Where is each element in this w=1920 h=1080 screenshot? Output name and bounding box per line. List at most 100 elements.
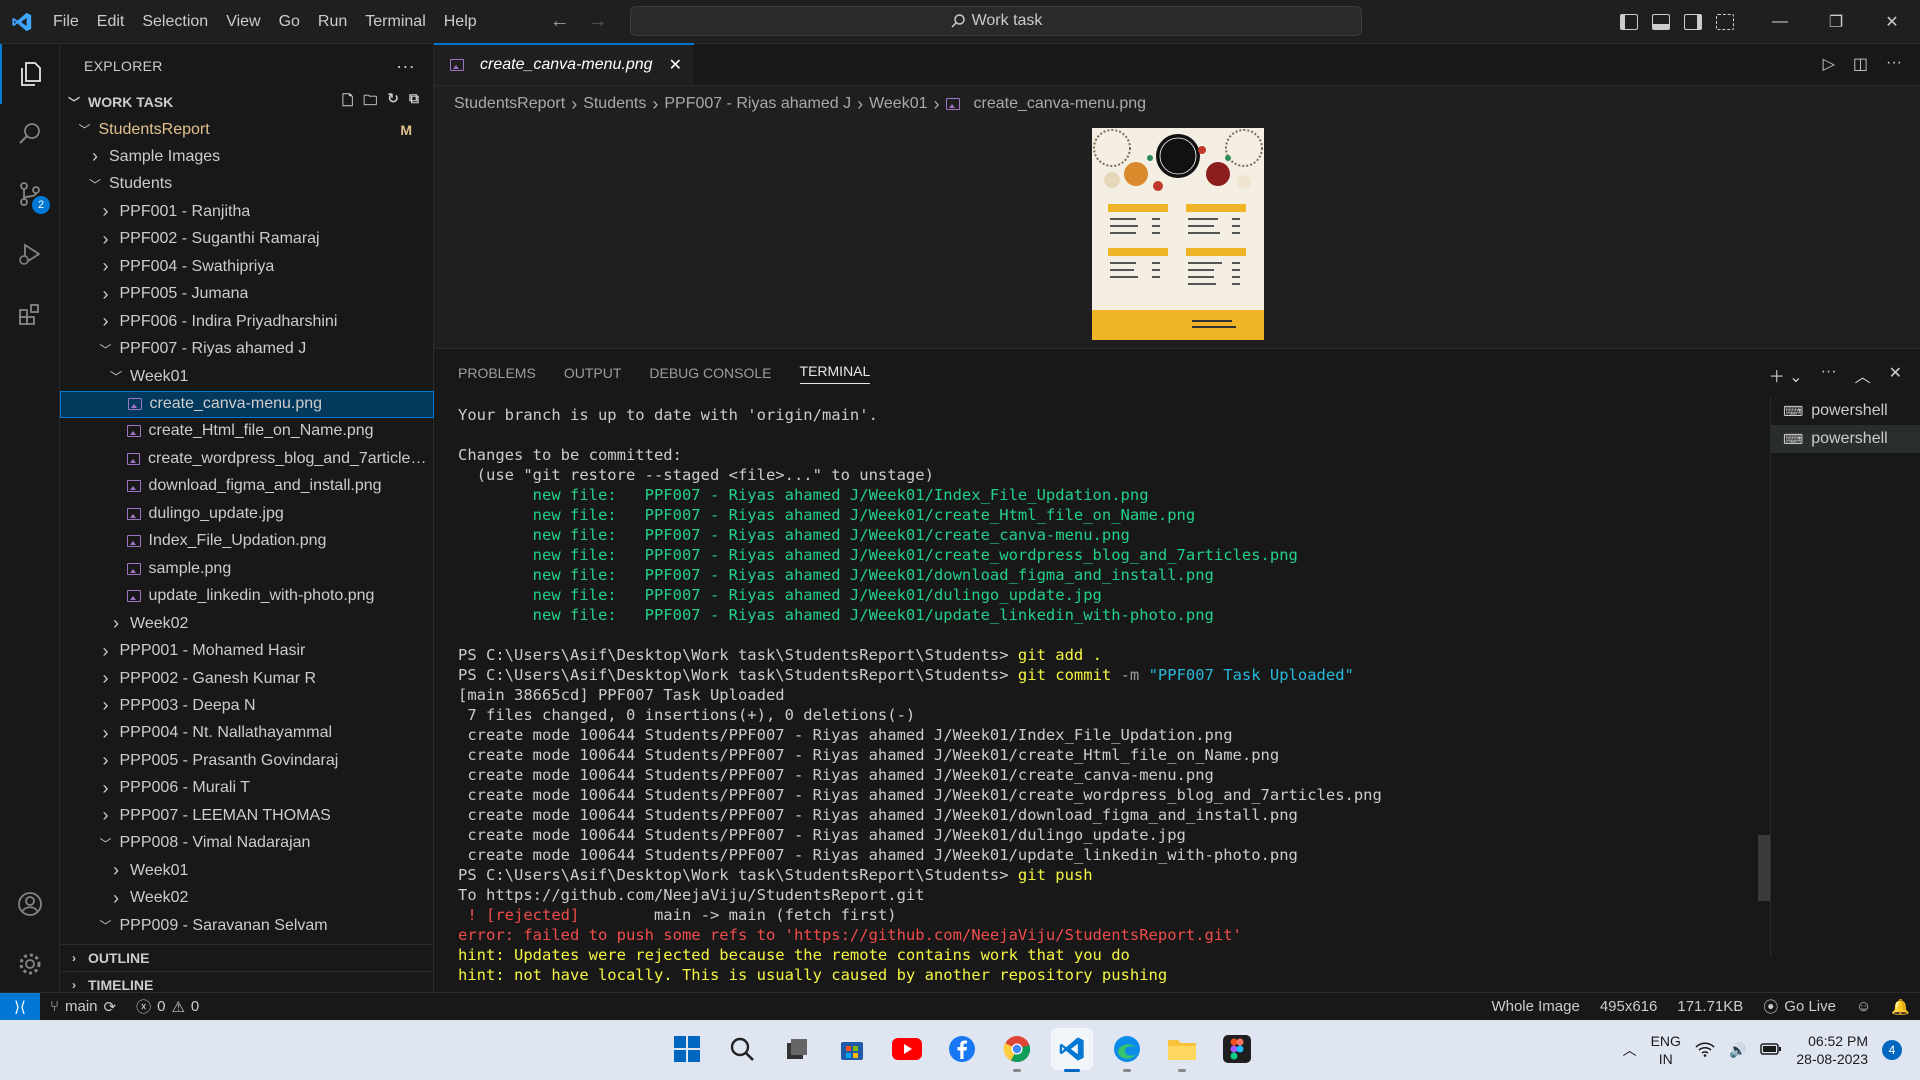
close-window-button[interactable]: ✕: [1864, 0, 1920, 44]
restore-button[interactable]: ❐: [1808, 0, 1864, 44]
minimize-button[interactable]: —: [1752, 0, 1808, 44]
problems-status[interactable]: ⓧ 0 ⚠ 0: [126, 996, 209, 1017]
terminal-scrollbar[interactable]: [1758, 835, 1770, 901]
tab-create-canva-menu[interactable]: create_canva-menu.png ✕: [434, 43, 694, 85]
menu-file[interactable]: File: [44, 7, 88, 37]
folder-item[interactable]: › PPF005 - Jumana: [60, 281, 434, 308]
file-item[interactable]: create_wordpress_blog_and_7articles.p...: [60, 445, 434, 472]
clock[interactable]: 06:52 PM 28-08-2023: [1796, 1032, 1868, 1068]
menu-selection[interactable]: Selection: [133, 7, 217, 37]
breadcrumb-item[interactable]: StudentsReport: [454, 95, 565, 113]
menu-edit[interactable]: Edit: [88, 7, 134, 37]
go-live-button[interactable]: ⦿ Go Live: [1753, 996, 1846, 1017]
collapse-all-icon[interactable]: ⧉: [409, 90, 419, 114]
new-terminal-icon[interactable]: ＋ ⌄: [1769, 363, 1803, 387]
feedback-icon[interactable]: ☺: [1846, 998, 1881, 1015]
folder-item[interactable]: › PPP003 - Deepa N: [60, 692, 434, 719]
folder-item[interactable]: › PPP005 - Prasanth Govindaraj: [60, 747, 434, 774]
folder-item[interactable]: ﹀ PPP009 - Saravanan Selvam: [60, 912, 434, 939]
command-center-search[interactable]: Work task: [630, 6, 1362, 36]
notification-badge[interactable]: 4: [1882, 1040, 1902, 1060]
more-actions-icon[interactable]: ···: [1821, 363, 1837, 387]
facebook-icon[interactable]: [941, 1028, 983, 1070]
folder-item[interactable]: › Week01: [60, 857, 434, 884]
more-actions-icon[interactable]: ···: [1886, 54, 1902, 74]
folder-item[interactable]: › PPP006 - Murali T: [60, 775, 434, 802]
vscode-logo-icon[interactable]: [0, 0, 44, 44]
folder-item[interactable]: › PPF006 - Indira Priyadharshini: [60, 308, 434, 335]
folder-item[interactable]: › Week02: [60, 885, 434, 912]
customize-layout-icon[interactable]: [1716, 14, 1734, 30]
microsoft-store-icon[interactable]: [831, 1028, 873, 1070]
input-language[interactable]: ENG IN: [1651, 1032, 1681, 1068]
folder-item[interactable]: › PPF002 - Suganthi Ramaraj: [60, 226, 434, 253]
folder-item[interactable]: › Sample Images: [60, 143, 434, 170]
maximize-panel-icon[interactable]: ︿: [1855, 363, 1871, 387]
menu-run[interactable]: Run: [309, 7, 356, 37]
toggle-primary-sidebar-icon[interactable]: [1620, 14, 1638, 30]
toggle-panel-icon[interactable]: [1652, 14, 1670, 30]
file-item[interactable]: download_figma_and_install.png: [60, 473, 434, 500]
file-item[interactable]: create_canva-menu.png: [60, 390, 434, 418]
new-file-icon[interactable]: 🗋: [342, 90, 353, 114]
folder-item[interactable]: ﹀ StudentsReport M: [60, 116, 434, 143]
tab-terminal[interactable]: TERMINAL: [799, 363, 871, 384]
notifications-bell-icon[interactable]: 🔔: [1881, 998, 1920, 1016]
file-item[interactable]: Index_File_Updation.png: [60, 528, 434, 555]
extensions-icon[interactable]: [0, 284, 60, 344]
file-item[interactable]: sample.png: [60, 555, 434, 582]
more-actions-icon[interactable]: ···: [396, 56, 415, 77]
tab-output[interactable]: OUTPUT: [564, 365, 622, 381]
file-item[interactable]: dulingo_update.jpg: [60, 500, 434, 527]
folder-item[interactable]: › PPP007 - LEEMAN THOMAS: [60, 802, 434, 829]
chrome-icon[interactable]: [996, 1028, 1038, 1072]
breadcrumb-item[interactable]: Week01: [869, 95, 927, 113]
taskbar-search-icon[interactable]: [721, 1028, 763, 1070]
toggle-secondary-sidebar-icon[interactable]: [1684, 14, 1702, 30]
folder-item[interactable]: ﹀ PPF007 - Riyas ahamed J: [60, 336, 434, 363]
tab-problems[interactable]: PROBLEMS: [458, 365, 536, 381]
menu-view[interactable]: View: [217, 7, 269, 37]
split-editor-icon[interactable]: ◫: [1853, 54, 1868, 74]
folder-item[interactable]: ﹀ PPP008 - Vimal Nadarajan: [60, 830, 434, 857]
close-tab-icon[interactable]: ✕: [669, 55, 682, 75]
youtube-icon[interactable]: [886, 1028, 928, 1070]
source-control-icon[interactable]: 2: [0, 164, 60, 224]
menu-go[interactable]: Go: [270, 7, 309, 37]
menu-terminal[interactable]: Terminal: [356, 7, 434, 37]
back-arrow-icon[interactable]: ←: [550, 10, 570, 33]
folder-item[interactable]: ﹀ Week01: [60, 363, 434, 390]
folder-item[interactable]: › PPP004 - Nt. Nallathayammal: [60, 720, 434, 747]
branch-status[interactable]: ⑂ main ⟳: [40, 998, 126, 1016]
manage-gear-icon[interactable]: [0, 934, 60, 994]
folder-item[interactable]: › Week02: [60, 610, 434, 637]
battery-icon[interactable]: [1760, 1042, 1782, 1059]
windows-start-icon[interactable]: [666, 1028, 708, 1070]
breadcrumb-item[interactable]: Students: [583, 95, 646, 113]
volume-icon[interactable]: 🔊: [1729, 1042, 1746, 1059]
figma-icon[interactable]: [1216, 1028, 1258, 1070]
run-icon[interactable]: ▷: [1823, 54, 1835, 74]
folder-item[interactable]: › PPF001 - Ranjitha: [60, 198, 434, 225]
breadcrumb-item[interactable]: PPF007 - Riyas ahamed J: [664, 95, 851, 113]
file-item[interactable]: create_Html_file_on_Name.png: [60, 418, 434, 445]
remote-indicator-icon[interactable]: ⟩⟨: [0, 992, 40, 1021]
terminal-output[interactable]: Your branch is up to date with 'origin/m…: [458, 405, 1778, 993]
zoom-status[interactable]: Whole Image: [1481, 998, 1589, 1015]
task-view-icon[interactable]: [776, 1028, 818, 1070]
run-debug-icon[interactable]: [0, 224, 60, 284]
folder-item[interactable]: ﹀ Students: [60, 171, 434, 198]
new-folder-icon[interactable]: 🗀: [363, 90, 377, 114]
outline-section[interactable]: › OUTLINE: [60, 944, 434, 971]
forward-arrow-icon[interactable]: →: [588, 10, 608, 33]
edge-icon[interactable]: [1106, 1028, 1148, 1072]
refresh-icon[interactable]: ↻: [387, 90, 399, 114]
file-item[interactable]: update_linkedin_with-photo.png: [60, 583, 434, 610]
folder-item[interactable]: › PPP002 - Ganesh Kumar R: [60, 665, 434, 692]
terminal-instance[interactable]: ⌨ powershell: [1771, 425, 1920, 453]
accounts-icon[interactable]: [0, 874, 60, 934]
breadcrumb-item[interactable]: create_canva-menu.png: [974, 95, 1147, 113]
search-icon[interactable]: [0, 104, 60, 164]
explorer-icon[interactable]: [0, 44, 60, 104]
workspace-section-header[interactable]: ﹀ WORK TASK 🗋 🗀 ↻ ⧉: [60, 88, 433, 116]
